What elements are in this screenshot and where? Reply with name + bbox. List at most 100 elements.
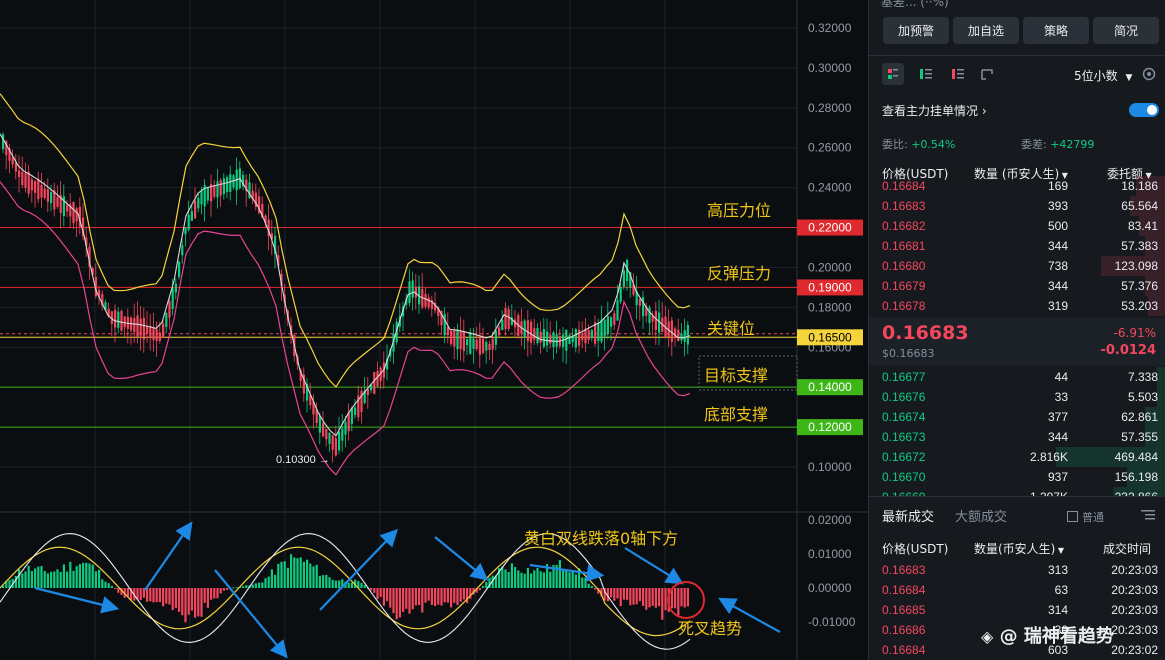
- bid-row[interactable]: 0.16674 377 62.861: [869, 407, 1165, 427]
- candle-body: [670, 320, 673, 342]
- macd-histogram-bar: [501, 566, 504, 588]
- candle-body: [459, 331, 462, 350]
- bid-row[interactable]: 0.16670 937 156.198: [869, 467, 1165, 487]
- macd-histogram-bar: [680, 588, 683, 607]
- ask-row[interactable]: 0.16681 344 57.383: [869, 236, 1165, 256]
- order-book-panel: 基差... (··%) 加预警 加自选 策略 简况 5位小数 ▼ 查看主力挂单情…: [868, 0, 1165, 660]
- macd-histogram-bar: [517, 570, 520, 588]
- bid-row[interactable]: 0.16677 44 7.338: [869, 367, 1165, 387]
- macd-histogram-bar: [162, 588, 165, 607]
- book-asks-view-icon[interactable]: [947, 63, 969, 85]
- price-tag-label: 0.12000: [808, 420, 852, 434]
- price-chart-area[interactable]: 0.32000 0.30000 0.28000 0.26000 0.24000 0.200…: [0, 0, 868, 660]
- macd-histogram-bar: [466, 588, 469, 604]
- ask-row[interactable]: 0.16682 500 83.41: [869, 216, 1165, 236]
- trade-price: 0.16684: [882, 583, 926, 597]
- add-alert-button[interactable]: 加预警: [883, 17, 949, 44]
- ask-row[interactable]: 0.16683 393 65.564: [869, 196, 1165, 216]
- macd-histogram-bar: [267, 576, 270, 588]
- candle-body: [325, 428, 328, 440]
- normal-checkbox[interactable]: 普通: [1067, 509, 1104, 525]
- macd-histogram-bar: [261, 582, 264, 588]
- candle-body: [613, 313, 616, 325]
- depth-link[interactable]: 查看主力挂单情况 ›: [882, 102, 987, 119]
- candle-body: [568, 335, 571, 345]
- macd-histogram-bar: [418, 588, 421, 606]
- candle-body: [219, 180, 222, 196]
- add-favorite-button[interactable]: 加自选: [953, 17, 1019, 44]
- macd-histogram-bar: [446, 588, 449, 603]
- ask-row[interactable]: 0.16680 738 123.098: [869, 256, 1165, 276]
- ask-row[interactable]: 0.16679 344 57.376: [869, 276, 1165, 296]
- ask-row[interactable]: 0.16678 319 53.203: [869, 296, 1165, 316]
- macd-histogram-bar: [254, 583, 257, 588]
- candle-body: [619, 287, 622, 302]
- bid-row[interactable]: 0.16676 33 5.503: [869, 387, 1165, 407]
- macd-histogram-bar: [654, 588, 657, 608]
- tab-large-trades[interactable]: 大额成交: [955, 506, 1007, 525]
- bid-row[interactable]: 0.16672 2.816K 469.484: [869, 447, 1165, 467]
- decimals-select[interactable]: 5位小数 ▼: [1074, 67, 1132, 84]
- tab-latest-trades[interactable]: 最新成交: [882, 506, 934, 525]
- trade-header-qty[interactable]: 数量(币安人生) ▼: [974, 540, 1064, 557]
- annotation-key-level: 关键位: [707, 319, 756, 338]
- depth-toggle[interactable]: [1129, 103, 1159, 117]
- candle-body: [341, 428, 344, 441]
- macd-histogram-bar: [155, 588, 158, 603]
- ask-row[interactable]: 0.16684 169 18.186: [869, 176, 1165, 196]
- trade-header-qty-label: 数量(币安人生): [974, 542, 1056, 556]
- trend-arrow: [144, 521, 193, 591]
- section-divider: [869, 496, 1165, 497]
- macd-histogram-bar: [88, 563, 91, 588]
- macd-histogram-bar: [443, 588, 446, 603]
- annotation-target-support: 目标支撑: [704, 366, 769, 385]
- candle-body: [27, 171, 30, 194]
- asks-list: 0.16684 169 18.186 0.16683 393 65.564 0.16682 5…: [869, 176, 1165, 316]
- candle-body: [66, 205, 69, 212]
- macd-histogram-bar: [370, 588, 373, 591]
- macd-histogram-bar: [478, 588, 481, 591]
- settings-gear-icon[interactable]: [1141, 66, 1157, 82]
- candle-body: [222, 178, 225, 195]
- strategy-button[interactable]: 策略: [1023, 17, 1089, 44]
- candle-body: [162, 323, 165, 338]
- y-axis-label: 0.32000: [808, 21, 852, 35]
- candle-body: [542, 328, 545, 347]
- macd-histogram-bar: [165, 588, 168, 604]
- bid-price: 0.16670: [882, 470, 926, 484]
- filter-icon[interactable]: [1139, 507, 1157, 523]
- macd-histogram-bar: [59, 571, 62, 588]
- candle-body: [648, 307, 651, 324]
- normal-checkbox-label: 普通: [1082, 511, 1104, 524]
- bid-row[interactable]: 0.16673 344 57.355: [869, 427, 1165, 447]
- ask-total: 53.203: [1121, 299, 1158, 313]
- macd-histogram-bar: [411, 588, 414, 610]
- overview-button[interactable]: 简况: [1093, 17, 1159, 44]
- book-both-view-icon[interactable]: [882, 63, 904, 85]
- macd-histogram-bar: [178, 588, 181, 612]
- macd-histogram-bar: [200, 588, 203, 617]
- macd-histogram-bar: [94, 571, 97, 588]
- macd-histogram-bar: [37, 566, 40, 588]
- depth-chart-icon[interactable]: [977, 63, 999, 85]
- candle-body: [587, 330, 590, 340]
- annotation-bottom-support: 底部支撑: [704, 405, 769, 424]
- bid-qty: 937: [1047, 470, 1068, 484]
- book-bids-view-icon[interactable]: [915, 63, 937, 85]
- macd-histogram-bar: [82, 562, 85, 588]
- y-axis-label: 0.26000: [808, 141, 852, 155]
- bid-qty: 33: [1054, 390, 1068, 404]
- macd-histogram-bar: [549, 571, 552, 588]
- candle-body: [498, 327, 501, 336]
- bid-price: 0.16676: [882, 390, 926, 404]
- ask-total: 65.564: [1121, 199, 1158, 213]
- candle-body: [654, 310, 657, 331]
- macd-histogram-bar: [677, 588, 680, 616]
- candle-body: [30, 179, 33, 191]
- macd-histogram-bar: [309, 563, 312, 588]
- macd-histogram-bar: [459, 588, 462, 602]
- macd-histogram-bar: [110, 585, 113, 588]
- candle-body: [638, 298, 641, 306]
- candle-body: [226, 177, 229, 193]
- candle-body: [411, 280, 414, 298]
